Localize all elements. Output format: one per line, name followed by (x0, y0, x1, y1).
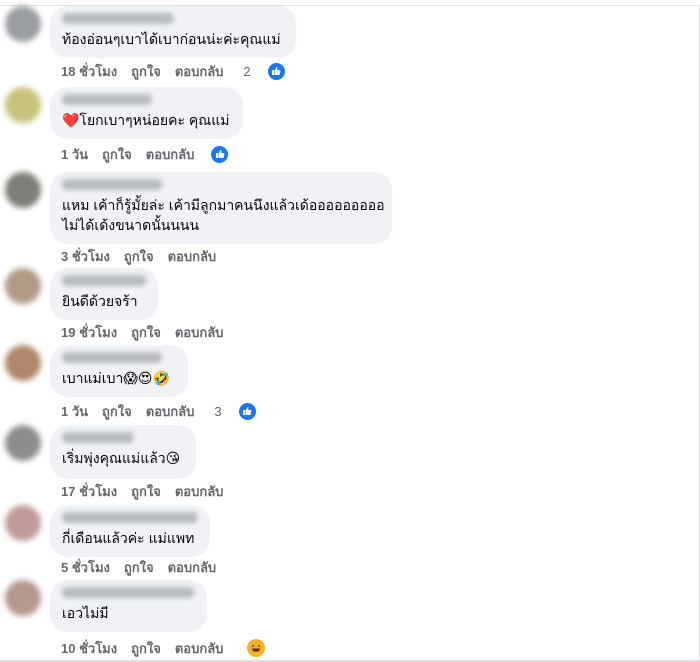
avatar[interactable] (5, 345, 41, 381)
comment-time[interactable]: 18 ชั่วโมง (61, 61, 117, 82)
reply-button[interactable]: ตอบกลับ (168, 246, 217, 267)
like-button[interactable]: ถูกใจ (131, 638, 161, 659)
comment-bubble: เอวไม่มี (50, 580, 207, 632)
reaction-count-value: 3 (214, 403, 222, 419)
comment-time[interactable]: 19 ชั่วโมง (61, 322, 117, 343)
like-button[interactable]: ถูกใจ (124, 246, 154, 267)
comment-text: เบาแม่เบา😱😍🤣 (62, 370, 170, 386)
avatar[interactable] (5, 172, 41, 208)
commenter-name[interactable] (62, 512, 198, 523)
commenter-name[interactable] (62, 352, 162, 363)
commenter-name[interactable] (62, 432, 134, 443)
comment-time[interactable]: 3 ชั่วโมง (61, 246, 110, 267)
like-button[interactable]: ถูกใจ (131, 481, 161, 502)
comment-bubble: ท้องอ่อนๆเบาได้เบาก่อนน่ะค่ะคุณแม่ (50, 6, 296, 58)
comment-bubble: กี่เดือนแล้วค่ะ แม่แพท (50, 505, 210, 557)
avatar[interactable] (5, 580, 41, 616)
commenter-name[interactable] (62, 13, 174, 24)
avatar[interactable] (5, 505, 41, 541)
comment-time[interactable]: 5 ชั่วโมง (61, 557, 110, 578)
comment-actions: 5 ชั่วโมง ถูกใจ ตอบกลับ (61, 557, 230, 577)
reply-button[interactable]: ตอบกลับ (168, 557, 217, 578)
comment-actions: 19 ชั่วโมง ถูกใจ ตอบกลับ (61, 322, 237, 342)
like-button[interactable]: ถูกใจ (102, 401, 132, 422)
comment-time[interactable]: 1 วัน (61, 401, 88, 422)
commenter-name[interactable] (62, 179, 162, 190)
reply-button[interactable]: ตอบกลับ (175, 638, 224, 659)
comment-text: เริ่มพุ่งคุณแม่แล้ว😘 (62, 450, 181, 466)
avatar[interactable] (5, 425, 41, 461)
comment-text: ไม่ได้เด้งขนาดนั้นนนน (62, 217, 200, 233)
comment-time[interactable]: 10 ชั่วโมง (61, 638, 117, 659)
comment-actions: 1 วัน ถูกใจ ตอบกลับ 3 (61, 401, 284, 421)
comment-actions: 3 ชั่วโมง ถูกใจ ตอบกลับ (61, 246, 230, 266)
like-button[interactable]: ถูกใจ (124, 557, 154, 578)
comment-time[interactable]: 1 วัน (61, 144, 88, 165)
comment-bubble: ยินดีด้วยจร้า (50, 268, 158, 320)
comment-text: กี่เดือนแล้วค่ะ แม่แพท (62, 530, 195, 546)
avatar[interactable] (5, 268, 41, 304)
comment-text: แหม เค้าก็รู้มั้ยล่ะ เค้ามีลูกมาคนนึงแล้… (62, 197, 385, 213)
reaction-count[interactable]: 2 (243, 62, 298, 80)
comment-text: ❤️โยกเบาๆหน่อยคะ คุณแม่ (62, 112, 230, 128)
reply-button[interactable]: ตอบกลับ (175, 61, 224, 82)
comment-actions: 1 วัน ถูกใจ ตอบกลับ (61, 144, 242, 164)
avatar[interactable] (5, 6, 41, 42)
commenter-name[interactable] (62, 587, 194, 598)
comment-actions: 17 ชั่วโมง ถูกใจ ตอบกลับ (61, 481, 237, 501)
comment-time[interactable]: 17 ชั่วโมง (61, 481, 117, 502)
like-icon[interactable] (211, 145, 229, 163)
reaction-count[interactable]: 3 (214, 402, 269, 420)
like-button[interactable]: ถูกใจ (131, 322, 161, 343)
reply-button[interactable]: ตอบกลับ (175, 322, 224, 343)
like-button[interactable]: ถูกใจ (131, 61, 161, 82)
comment-actions: 18 ชั่วโมง ถูกใจ ตอบกลับ 2 (61, 61, 313, 81)
comment-actions: 10 ชั่วโมง ถูกใจ ตอบกลับ (61, 638, 279, 658)
commenter-name[interactable] (62, 94, 152, 105)
comment-text: ยินดีด้วยจร้า (62, 293, 138, 309)
like-icon (238, 402, 256, 420)
like-button[interactable]: ถูกใจ (102, 144, 132, 165)
comment-bubble: เริ่มพุ่งคุณแม่แล้ว😘 (50, 425, 196, 479)
commenter-name[interactable] (62, 275, 146, 286)
reply-button[interactable]: ตอบกลับ (146, 401, 195, 422)
haha-icon[interactable] (247, 639, 266, 657)
reply-button[interactable]: ตอบกลับ (175, 481, 224, 502)
comment-bubble: แหม เค้าก็รู้มั้ยล่ะ เค้ามีลูกมาคนนึงแล้… (50, 172, 392, 244)
reaction-count-value: 2 (243, 63, 251, 79)
comment-bubble: เบาแม่เบา😱😍🤣 (50, 345, 188, 397)
avatar[interactable] (5, 87, 41, 123)
like-icon (267, 62, 285, 80)
comment-bubble: ❤️โยกเบาๆหน่อยคะ คุณแม่ (50, 87, 243, 139)
comment-text: ท้องอ่อนๆเบาได้เบาก่อนน่ะค่ะคุณแม่ (62, 31, 281, 47)
comment-text: เอวไม่มี (62, 605, 109, 621)
reply-button[interactable]: ตอบกลับ (146, 144, 195, 165)
